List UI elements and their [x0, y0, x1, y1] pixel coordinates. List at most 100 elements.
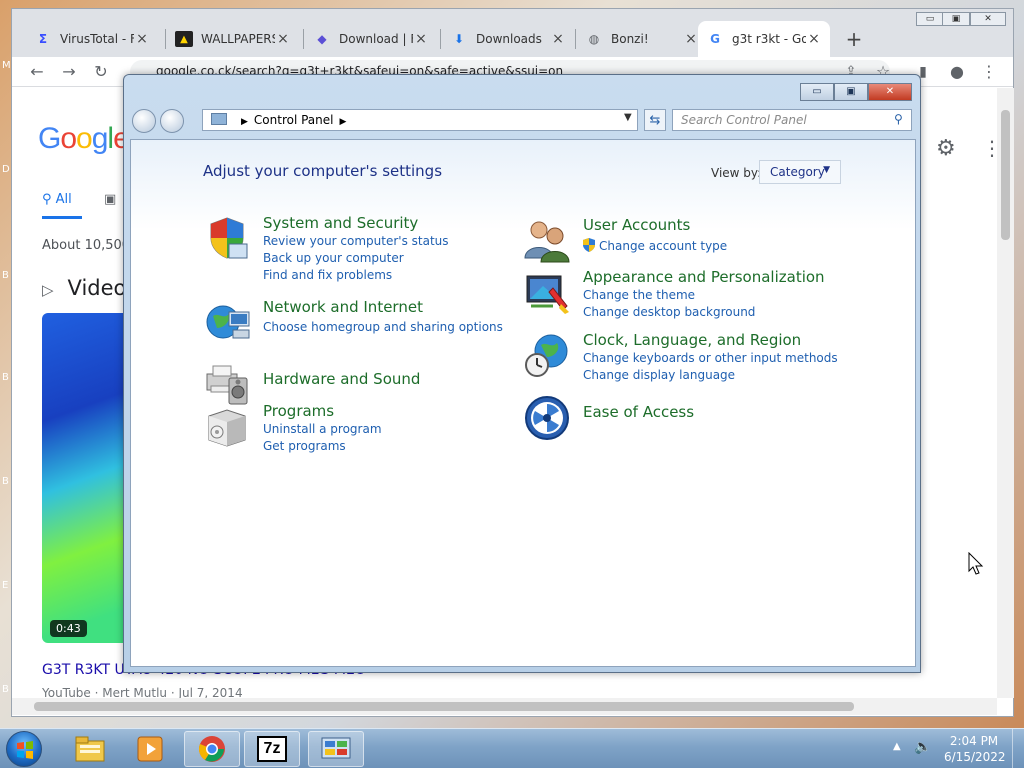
tab-downloads[interactable]: ⬇ Downloads ×	[442, 21, 574, 57]
start-button[interactable]	[6, 731, 42, 767]
tab-close-icon[interactable]: ×	[683, 31, 699, 47]
downloads-icon: ⬇	[453, 32, 465, 46]
tab-virustotal[interactable]: Σ VirusTotal - F ×	[26, 21, 158, 57]
task-link[interactable]: Change account type	[583, 238, 727, 253]
view-by-dropdown[interactable]: Category ▼	[759, 160, 841, 184]
taskbar-media-player[interactable]	[122, 731, 178, 767]
tab-close-icon[interactable]: ×	[806, 31, 822, 47]
virustotal-icon: Σ	[38, 32, 48, 46]
tab-close-icon[interactable]: ×	[413, 31, 429, 47]
back-arrow-icon[interactable]: ←	[26, 61, 48, 83]
tab-wallpapers[interactable]: ▲ WALLPAPERS ×	[167, 21, 299, 57]
cp-address-bar[interactable]: ▶ Control Panel ▶	[202, 109, 638, 131]
taskbar-control-panel[interactable]	[308, 731, 364, 767]
chrome-tab-strip: ▭ ▣ ✕ Σ VirusTotal - F × ▲ WALLPAPERS × …	[12, 9, 1013, 57]
task-link[interactable]: Back up your computer	[263, 251, 404, 265]
category-title-link[interactable]: Appearance and Personalization	[583, 268, 825, 286]
tab-close-icon[interactable]: ×	[134, 31, 150, 47]
desktop-icon-label-fragment: B	[2, 476, 9, 487]
cp-maximize-button[interactable]: ▣	[834, 83, 868, 101]
monitor-paintbrush-icon	[526, 275, 569, 314]
control-panel-window: ▭ ▣ ✕ ▶ Control Panel ▶ ▼ ⇆ Search Control…	[123, 74, 921, 673]
tab-close-icon[interactable]: ×	[550, 31, 566, 47]
search-icon: ⚲	[42, 192, 56, 207]
address-dropdown-icon[interactable]: ▼	[624, 112, 632, 123]
category-hardware-sound: Hardware and Sound	[203, 358, 503, 408]
taskbar-chrome[interactable]	[184, 731, 240, 767]
globe-icon: ◍	[588, 32, 600, 46]
tab-separator	[575, 29, 576, 49]
active-tab-indicator	[42, 216, 82, 219]
task-link[interactable]: Find and fix problems	[263, 268, 392, 282]
reload-icon[interactable]: ↻	[90, 61, 112, 83]
task-link[interactable]: Uninstall a program	[263, 422, 382, 436]
control-panel-navbar: ▶ Control Panel ▶ ▼ ⇆ Search Control Panel…	[130, 107, 916, 135]
clock-date[interactable]: 6/15/2022	[944, 750, 1006, 764]
forward-arrow-icon[interactable]: →	[58, 61, 80, 83]
7zip-icon: 7z	[257, 736, 287, 762]
task-link[interactable]: Choose homegroup and sharing options	[263, 320, 503, 334]
settings-gear-icon[interactable]: ⚙	[936, 136, 956, 161]
breadcrumb-arrow-icon[interactable]: ▶	[340, 117, 347, 127]
category-title-link[interactable]: System and Security	[263, 214, 418, 232]
chrome-minimize-button[interactable]: ▭	[916, 12, 944, 26]
tab-google-search[interactable]: G g3t r3kt - Go ×	[698, 21, 830, 57]
category-clock-language-region: Clock, Language, and Region Change keybo…	[523, 331, 838, 391]
videos-heading-label: Video	[67, 276, 127, 300]
volume-icon[interactable]: 🔈	[914, 739, 931, 755]
task-link[interactable]: Get programs	[263, 439, 346, 453]
apps-menu-icon[interactable]: ⋮	[982, 136, 997, 160]
mouse-cursor-icon	[968, 552, 984, 575]
chrome-menu-icon[interactable]: ⋮	[978, 61, 1000, 83]
category-title-link[interactable]: Network and Internet	[263, 298, 423, 316]
task-link[interactable]: Change the theme	[583, 288, 695, 302]
chevron-down-icon: ▼	[823, 165, 830, 175]
category-title-link[interactable]: User Accounts	[583, 216, 690, 234]
chrome-close-button[interactable]: ✕	[970, 12, 1006, 26]
vertical-scrollbar[interactable]	[997, 88, 1014, 698]
task-link[interactable]: Change keyboards or other input methods	[583, 351, 838, 365]
profile-avatar-icon[interactable]: ●	[946, 61, 968, 83]
category-title-link[interactable]: Ease of Access	[583, 403, 694, 421]
tab-close-icon[interactable]: ×	[275, 31, 291, 47]
refresh-icon[interactable]: ⇆	[644, 109, 666, 131]
view-by-label: View by:	[711, 166, 762, 180]
task-link[interactable]: Review your computer's status	[263, 234, 449, 248]
breadcrumb-arrow-icon[interactable]: ▶	[241, 117, 248, 127]
images-tab-icon[interactable]: ▣	[104, 192, 116, 207]
back-button-icon[interactable]	[132, 109, 156, 133]
task-link[interactable]: Change desktop background	[583, 305, 755, 319]
google-logo[interactable]: Google	[38, 122, 130, 156]
new-tab-button[interactable]: +	[844, 27, 864, 51]
horizontal-scrollbar-thumb[interactable]	[34, 702, 854, 711]
category-title-link[interactable]: Programs	[263, 402, 334, 420]
chrome-maximize-button[interactable]: ▣	[942, 12, 970, 26]
taskbar-file-explorer[interactable]	[62, 731, 118, 767]
category-appearance-personalization: Appearance and Personalization Change th…	[523, 268, 825, 328]
show-desktop-button[interactable]	[1012, 729, 1024, 768]
cp-minimize-button[interactable]: ▭	[800, 83, 834, 101]
taskbar-7zip[interactable]: 7z	[244, 731, 300, 767]
cp-close-button[interactable]: ✕	[868, 83, 912, 101]
ease-of-access-icon	[525, 396, 569, 440]
vertical-scrollbar-thumb[interactable]	[1001, 110, 1010, 240]
category-title-link[interactable]: Clock, Language, and Region	[583, 331, 801, 349]
desktop-icon-label-fragment: B	[2, 372, 9, 383]
tab-bonzi[interactable]: ◍ Bonzi! ×	[577, 21, 707, 57]
view-by-value: Category	[770, 165, 825, 179]
forward-button-icon[interactable]	[160, 109, 184, 133]
tab-download-site[interactable]: ◆ Download | F ×	[305, 21, 437, 57]
clock-time[interactable]: 2:04 PM	[948, 734, 1000, 748]
video-thumbnail[interactable]	[42, 313, 132, 643]
search-tab-label: All	[55, 192, 72, 207]
horizontal-scrollbar[interactable]	[12, 698, 997, 715]
tray-overflow-arrow-icon[interactable]: ▲	[893, 741, 901, 752]
category-title-link[interactable]: Hardware and Sound	[263, 370, 420, 388]
task-link[interactable]: Change display language	[583, 368, 735, 382]
search-tab-all[interactable]: ⚲ All	[42, 192, 72, 207]
cp-search-input[interactable]: Search Control Panel	[672, 109, 912, 131]
tab-separator	[303, 29, 304, 49]
search-icon[interactable]: ⚲	[894, 112, 903, 126]
task-link-label: Change account type	[599, 239, 728, 253]
breadcrumb-control-panel[interactable]: Control Panel	[254, 113, 334, 127]
